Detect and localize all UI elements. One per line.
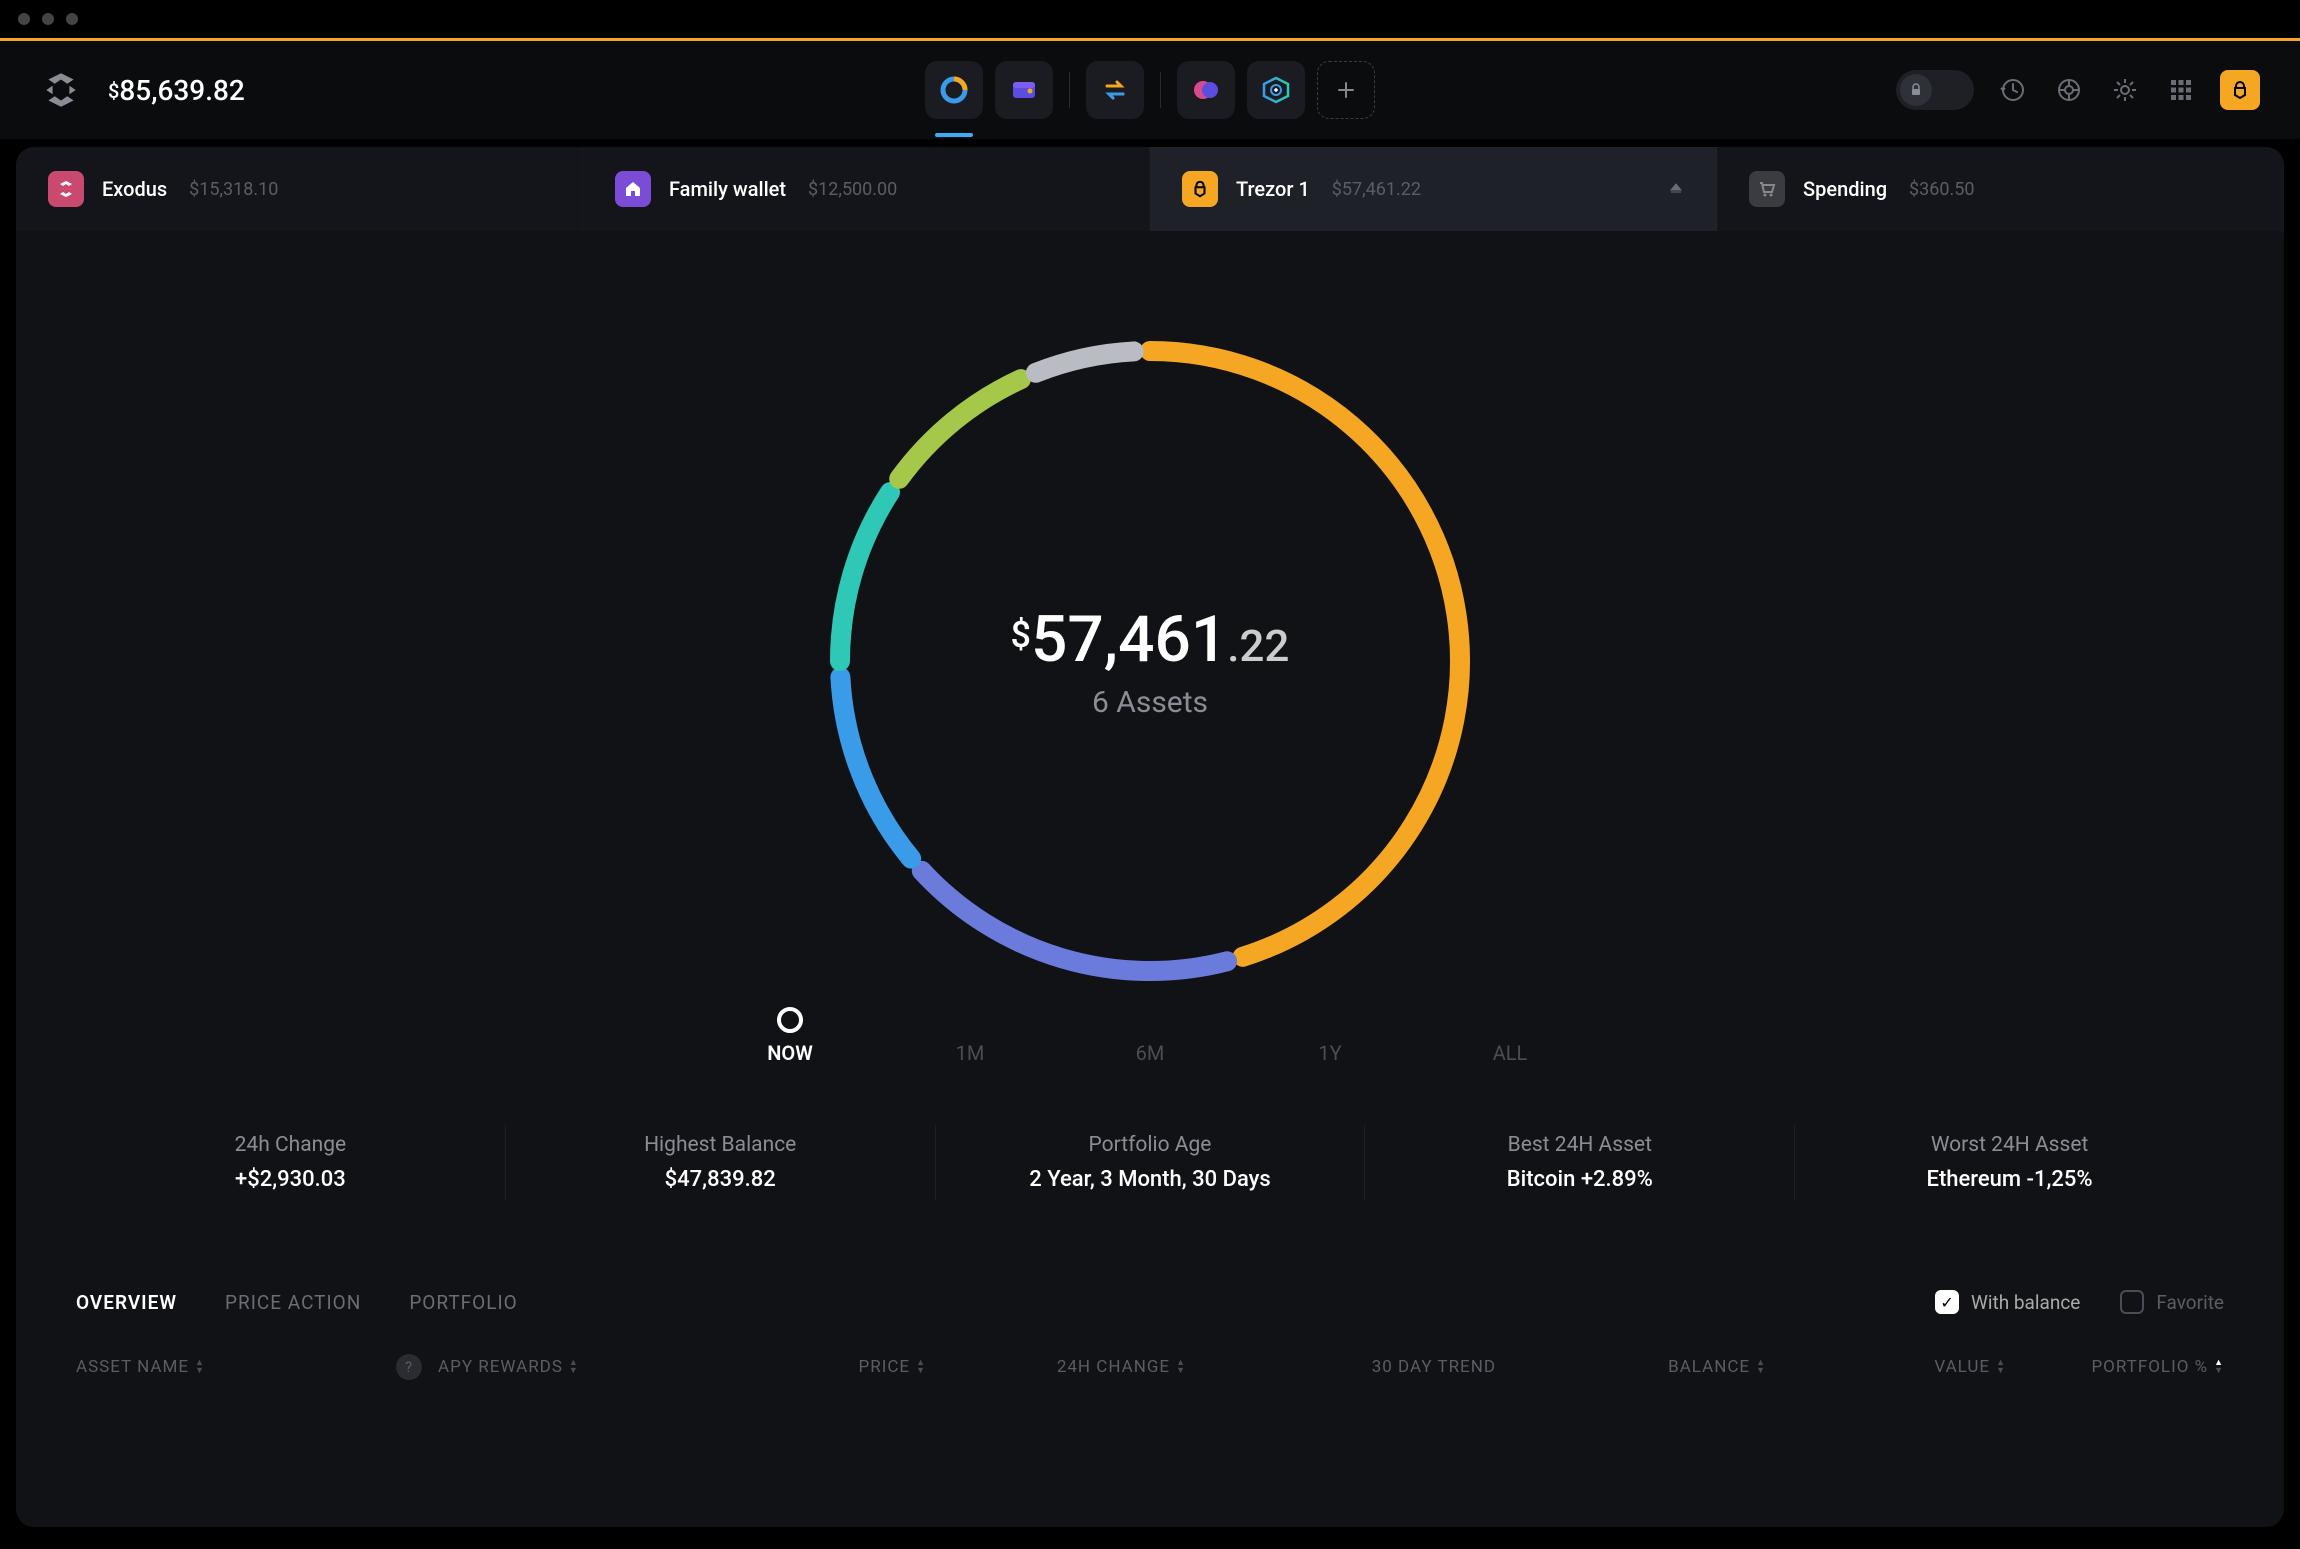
col-24h-change[interactable]: 24H CHANGE▲▼ <box>926 1357 1186 1377</box>
nav-swap-icon[interactable] <box>1086 61 1144 119</box>
close-window-button[interactable] <box>18 13 30 25</box>
nav-add-button[interactable] <box>1317 61 1375 119</box>
time-range-now[interactable]: NOW <box>765 1041 815 1065</box>
filter-label: Favorite <box>2156 1291 2224 1314</box>
support-icon[interactable] <box>2052 73 2086 107</box>
portfolio-value: $57,461.22 <box>1011 602 1290 677</box>
nav-divider <box>1160 72 1161 108</box>
stat-value: 2 Year, 3 Month, 30 Days <box>936 1167 1365 1192</box>
filter-with-balance[interactable]: ✓ With balance <box>1935 1290 2080 1314</box>
home-icon <box>615 171 651 207</box>
history-icon[interactable] <box>1996 73 2030 107</box>
stat-label: Best 24H Asset <box>1365 1133 1794 1157</box>
stat-label: Portfolio Age <box>936 1133 1365 1157</box>
eject-icon[interactable] <box>1668 179 1684 199</box>
window-titlebar <box>0 0 2300 38</box>
asset-count: 6 Assets <box>1011 685 1290 720</box>
col-asset-name[interactable]: ASSET NAME▲▼ <box>76 1357 396 1377</box>
wallet-tab-spending[interactable]: Spending $360.50 <box>1717 147 2284 231</box>
wallet-tab-exodus[interactable]: Exodus $15,318.10 <box>16 147 583 231</box>
stat-value: Bitcoin +2.89% <box>1365 1167 1794 1192</box>
wallet-tab-name: Trezor 1 <box>1236 177 1310 201</box>
donut-segment[interactable] <box>1036 351 1134 372</box>
col-30d-trend[interactable]: 30 DAY TREND <box>1186 1357 1496 1377</box>
portfolio-stats: 24h Change +$2,930.03Highest Balance $47,8… <box>16 1065 2284 1250</box>
donut-segment[interactable] <box>840 492 890 661</box>
filter-label: With balance <box>1971 1291 2080 1314</box>
maximize-window-button[interactable] <box>66 13 78 25</box>
lock-icon <box>1908 82 1924 98</box>
stat-value: Ethereum -1,25% <box>1795 1167 2224 1192</box>
stat-item: Highest Balance $47,839.82 <box>505 1125 935 1200</box>
wallet-tab-name: Family wallet <box>669 177 786 201</box>
nav-divider <box>1069 72 1070 108</box>
table-tab-portfolio[interactable]: PORTFOLIO <box>409 1291 517 1314</box>
wallet-tab-name: Spending <box>1803 177 1887 201</box>
time-range-selector: NOW 1M 6M 1Y ALL <box>765 1041 1535 1065</box>
wallet-tab-amount: $12,500.00 <box>808 179 897 200</box>
main-nav <box>925 61 1375 119</box>
app-header: $85,639.82 <box>0 41 2300 139</box>
stat-item: 24h Change +$2,930.03 <box>76 1125 505 1200</box>
stat-label: Highest Balance <box>506 1133 935 1157</box>
checkbox-icon <box>2120 1290 2144 1314</box>
table-tabs: OVERVIEW PRICE ACTION PORTFOLIO <box>76 1291 518 1314</box>
col-apy-rewards[interactable]: ?APY REWARDS▲▼ <box>396 1354 686 1380</box>
donut-segment[interactable] <box>840 677 911 858</box>
table-tab-price-action[interactable]: PRICE ACTION <box>225 1291 361 1314</box>
exodus-icon <box>48 171 84 207</box>
wallet-tab-name: Exodus <box>102 177 167 201</box>
col-price[interactable]: PRICE▲▼ <box>686 1357 926 1377</box>
trezor-icon <box>1182 171 1218 207</box>
lock-toggle[interactable] <box>1896 70 1974 110</box>
hardware-wallet-badge[interactable] <box>2220 70 2260 110</box>
donut-segment[interactable] <box>899 379 1021 479</box>
nav-portfolio-icon[interactable] <box>925 61 983 119</box>
cart-icon <box>1749 171 1785 207</box>
wallet-tab-family-wallet[interactable]: Family wallet $12,500.00 <box>583 147 1150 231</box>
donut-segment[interactable] <box>922 871 1227 971</box>
nav-app1-icon[interactable] <box>1177 61 1235 119</box>
help-icon[interactable]: ? <box>396 1354 422 1380</box>
app-logo-icon[interactable] <box>40 69 82 111</box>
apps-grid-icon[interactable] <box>2164 73 2198 107</box>
trezor-icon <box>2230 80 2250 100</box>
col-balance[interactable]: BALANCE▲▼ <box>1496 1357 1766 1377</box>
stat-item: Best 24H Asset Bitcoin +2.89% <box>1364 1125 1794 1200</box>
nav-app2-icon[interactable] <box>1247 61 1305 119</box>
stat-label: 24h Change <box>76 1133 505 1157</box>
checkbox-checked-icon: ✓ <box>1935 1290 1959 1314</box>
stat-item: Portfolio Age 2 Year, 3 Month, 30 Days <box>935 1125 1365 1200</box>
wallet-tab-amount: $57,461.22 <box>1332 179 1421 200</box>
stat-value: $47,839.82 <box>506 1167 935 1192</box>
nav-wallet-icon[interactable] <box>995 61 1053 119</box>
time-range-1m[interactable]: 1M <box>945 1041 995 1065</box>
wallet-tabs: Exodus $15,318.10 Family wallet $12,500.… <box>16 147 2284 231</box>
main-panel: Exodus $15,318.10 Family wallet $12,500.… <box>16 147 2284 1527</box>
stat-item: Worst 24H Asset Ethereum -1,25% <box>1794 1125 2224 1200</box>
time-range-1y[interactable]: 1Y <box>1305 1041 1355 1065</box>
stat-value: +$2,930.03 <box>76 1167 505 1192</box>
wallet-tab-trezor-1[interactable]: Trezor 1 $57,461.22 <box>1150 147 1717 231</box>
asset-table-section: OVERVIEW PRICE ACTION PORTFOLIO ✓ With bal… <box>16 1250 2284 1392</box>
total-balance: $85,639.82 <box>108 74 245 107</box>
portfolio-donut-chart: $57,461.22 6 Assets <box>790 301 1510 1021</box>
col-value[interactable]: VALUE▲▼ <box>1766 1357 2006 1377</box>
wallet-tab-amount: $360.50 <box>1909 179 1974 200</box>
col-portfolio-pct[interactable]: PORTFOLIO %▲▼ <box>2006 1357 2224 1377</box>
table-tab-overview[interactable]: OVERVIEW <box>76 1291 177 1314</box>
filter-favorite[interactable]: Favorite <box>2120 1290 2224 1314</box>
portfolio-donut-section: $57,461.22 6 Assets NOW 1M 6M 1Y ALL 24h Cha… <box>16 231 2284 1250</box>
time-range-6m[interactable]: 6M <box>1125 1041 1175 1065</box>
minimize-window-button[interactable] <box>42 13 54 25</box>
stat-label: Worst 24H Asset <box>1795 1133 2224 1157</box>
table-header: ASSET NAME▲▼ ?APY REWARDS▲▼ PRICE▲▼ 24H … <box>76 1354 2224 1392</box>
wallet-tab-amount: $15,318.10 <box>189 179 278 200</box>
time-range-all[interactable]: ALL <box>1485 1041 1535 1065</box>
settings-icon[interactable] <box>2108 73 2142 107</box>
